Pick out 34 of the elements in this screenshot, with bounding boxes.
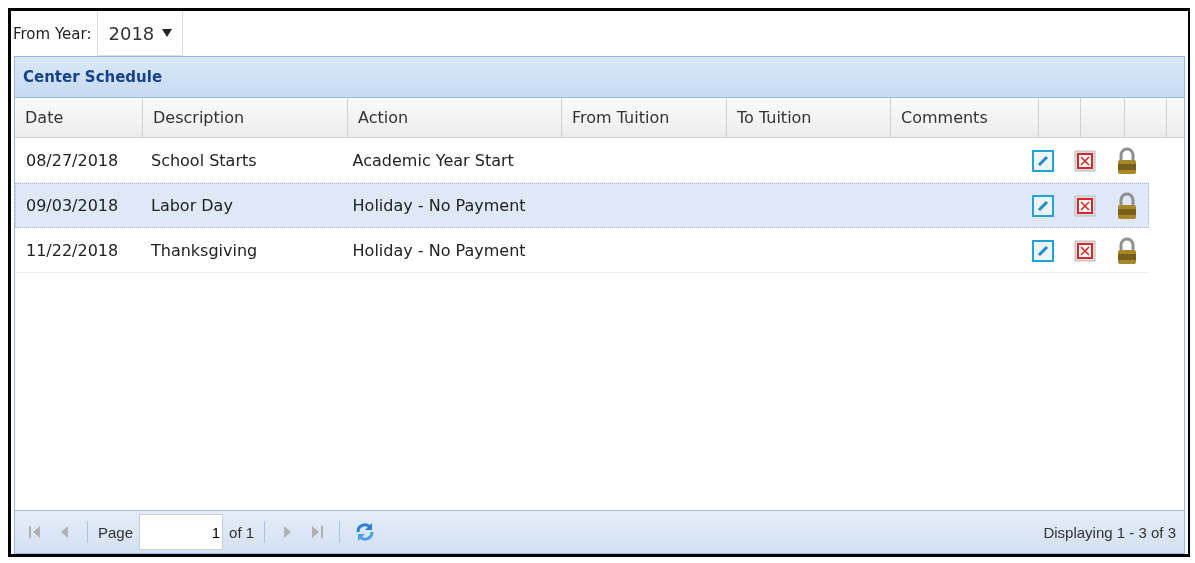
table-cell: Academic Year Start [352,151,514,170]
table-row[interactable]: 11/22/2018 Thanksgiving Holiday - No Payment [15,228,1149,273]
page-field[interactable]: 1 [139,514,224,550]
panel-title: Center Schedule [22,68,163,86]
table-cell: 08/27/2018 [26,151,119,170]
column-header[interactable]: Comments [891,98,1039,137]
table-cell: 11/22/2018 [26,241,119,260]
delete-icon[interactable] [1074,149,1097,172]
table-cell: 09/03/2018 [26,196,119,215]
table-row[interactable]: 09/03/2018 Labor Day Holiday - No Payment [15,183,1149,228]
table-cell: Thanksgiving [150,241,258,260]
lock-icon [1116,191,1139,220]
column-header[interactable]: Date [15,98,143,137]
table-cell: Holiday - No Payment [352,241,526,260]
table-cell: School Starts [150,151,257,170]
delete-icon[interactable] [1074,194,1097,217]
year-label: From Year: [13,24,92,43]
caret-icon [162,29,173,37]
edit-icon[interactable] [1031,149,1054,172]
edit-icon[interactable] [1031,239,1054,262]
table-cell: Holiday - No Payment [352,196,526,215]
delete-icon[interactable] [1074,239,1097,262]
column-header[interactable]: Action [348,98,562,137]
year-dropdown[interactable]: 2018 [97,11,184,56]
edit-icon[interactable] [1031,194,1054,217]
column-header[interactable]: From Tuition [562,98,727,137]
lock-icon [1116,146,1139,175]
lock-icon [1116,236,1139,265]
column-header[interactable]: Description [143,98,348,137]
page-count: of 1 [229,523,255,541]
table-cell: Labor Day [150,196,233,215]
display-status: Displaying 1 - 3 of 3 [1043,523,1176,541]
column-header[interactable]: To Tuition [727,98,891,137]
page-label: Page [98,523,134,541]
